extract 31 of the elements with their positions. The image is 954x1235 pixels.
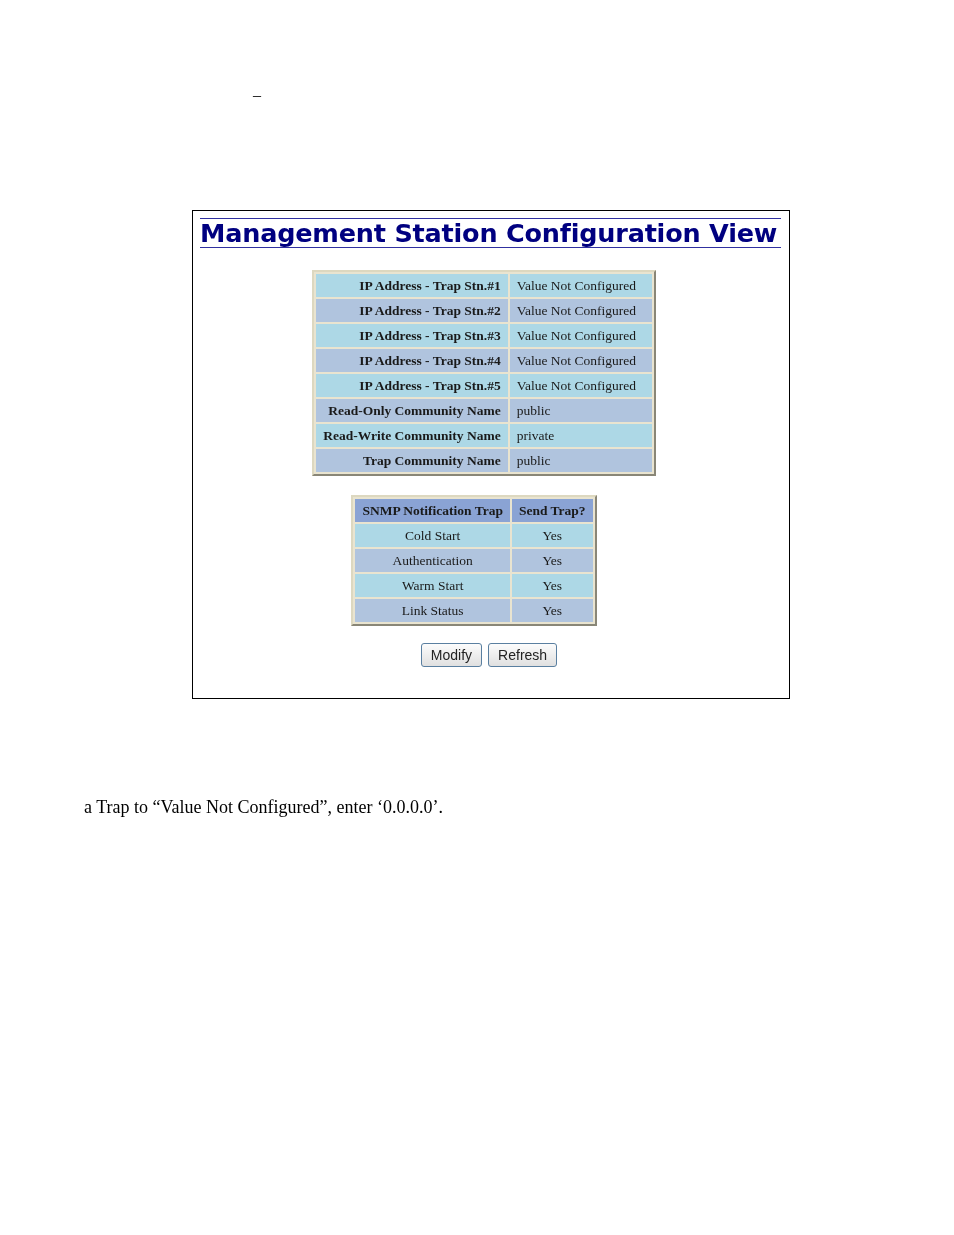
trap-name: Authentication xyxy=(355,549,510,572)
send-trap-value: Yes xyxy=(511,574,593,597)
setting-value: private xyxy=(509,424,652,447)
modify-button[interactable]: Modify xyxy=(420,643,483,667)
send-trap-value: Yes xyxy=(511,599,593,622)
setting-value: public xyxy=(509,399,652,422)
setting-label: IP Address - Trap Stn.#3 xyxy=(316,324,508,347)
setting-value: Value Not Configured xyxy=(509,349,652,372)
setting-label: Trap Community Name xyxy=(316,449,508,472)
setting-label: Read-Write Community Name xyxy=(316,424,508,447)
trap-name: Cold Start xyxy=(355,524,510,547)
send-trap-value: Yes xyxy=(511,524,593,547)
setting-value: Value Not Configured xyxy=(509,324,652,347)
setting-label: IP Address - Trap Stn.#2 xyxy=(316,299,508,322)
setting-value: public xyxy=(509,449,652,472)
column-header: SNMP Notification Trap xyxy=(355,499,510,522)
setting-label: IP Address - Trap Stn.#4 xyxy=(316,349,508,372)
trap-name: Warm Start xyxy=(355,574,510,597)
setting-value: Value Not Configured xyxy=(509,299,652,322)
column-header: Send Trap? xyxy=(511,499,593,522)
setting-value: Value Not Configured xyxy=(509,274,652,297)
setting-label: IP Address - Trap Stn.#1 xyxy=(316,274,508,297)
body-text: a Trap to “Value Not Configured”, enter ‘0.0.0.0’. xyxy=(84,797,444,817)
setting-label: IP Address - Trap Stn.#5 xyxy=(316,374,508,397)
stray-mark: _ xyxy=(253,81,261,98)
setting-label: Read-Only Community Name xyxy=(316,399,508,422)
send-trap-value: Yes xyxy=(511,549,593,572)
trap-name: Link Status xyxy=(355,599,510,622)
page-title: Management Station Configuration View xyxy=(200,219,779,247)
refresh-button[interactable]: Refresh xyxy=(488,643,558,667)
setting-value: Value Not Configured xyxy=(509,374,652,397)
